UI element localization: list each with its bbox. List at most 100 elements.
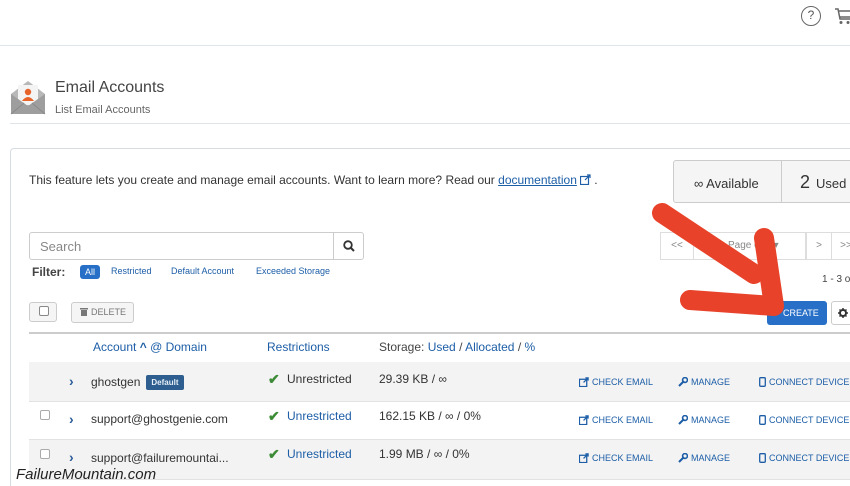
sort-used[interactable]: Used <box>428 340 456 354</box>
check-email-label: CHECK EMAIL <box>592 415 654 425</box>
account-name: support@ghostgenie.com <box>91 412 228 426</box>
watermark: FailureMountain.com <box>16 466 157 483</box>
wrench-icon <box>678 376 689 387</box>
stats-divider <box>781 160 782 203</box>
column-restrictions[interactable]: Restrictions <box>267 340 330 354</box>
search-input[interactable] <box>29 232 334 260</box>
expand-row-chevron-icon[interactable]: › <box>69 449 74 465</box>
check-email-label: CHECK EMAIL <box>592 377 654 387</box>
expand-row-chevron-icon[interactable]: › <box>69 373 74 389</box>
external-link-icon <box>578 415 589 426</box>
filter-all[interactable]: All <box>80 265 101 279</box>
expand-row-chevron-icon[interactable]: › <box>69 411 74 427</box>
search-icon <box>343 240 355 252</box>
page-subtitle: List Email Accounts <box>55 104 151 116</box>
pagination-first[interactable]: << <box>660 232 694 260</box>
select-all-box <box>39 306 49 316</box>
storage-value: 1.99 MB / ∞ / 0% <box>379 447 470 461</box>
mobile-device-icon <box>759 377 766 387</box>
sort-allocated[interactable]: Allocated <box>465 340 514 354</box>
unrestricted-check-icon: ✔ <box>268 446 280 462</box>
connect-devices-label: CONNECT DEVICES <box>769 453 850 463</box>
filter-label: Filter: <box>32 265 66 279</box>
storage-value: 162.15 KB / ∞ / 0% <box>379 409 481 423</box>
check-email-button[interactable]: CHECK EMAIL <box>578 453 654 464</box>
unrestricted-check-icon: ✔ <box>268 408 280 424</box>
account-name: support@failuremountai... <box>91 451 229 465</box>
connect-devices-button[interactable]: CONNECT DEVICES <box>759 377 850 387</box>
external-link-icon[interactable] <box>579 174 591 185</box>
connect-devices-button[interactable]: CONNECT DEVICES <box>759 453 850 463</box>
external-link-icon <box>578 377 589 388</box>
delete-button[interactable]: DELETE <box>71 302 135 323</box>
trash-icon <box>80 308 88 316</box>
sort-domain[interactable]: @ Domain <box>150 340 207 354</box>
unrestricted-check-icon: ✔ <box>268 371 280 387</box>
manage-button[interactable]: MANAGE <box>678 376 731 387</box>
top-bar: ? <box>0 0 850 46</box>
storage-sep-1: / <box>459 340 463 354</box>
email-icon <box>10 81 46 115</box>
create-button[interactable]: + CREATE <box>767 301 827 325</box>
documentation-link[interactable]: documentation <box>498 173 577 187</box>
table-row: › support@ghostgenie.com ✔ Unrestricted … <box>29 402 850 440</box>
select-all-checkbox[interactable] <box>29 302 57 322</box>
header-divider <box>10 123 850 124</box>
available-count: ∞ Available <box>694 176 759 191</box>
restriction-status[interactable]: Unrestricted <box>287 409 352 423</box>
mobile-device-icon <box>759 415 766 425</box>
storage-value: 29.39 KB / ∞ <box>379 372 447 386</box>
default-badge: Default <box>146 375 184 390</box>
pagination-next[interactable]: > <box>806 232 832 260</box>
check-email-button[interactable]: CHECK EMAIL <box>578 377 654 388</box>
sort-ascending-icon: ^ <box>139 340 147 354</box>
help-icon[interactable]: ? <box>801 6 821 26</box>
connect-devices-button[interactable]: CONNECT DEVICES <box>759 415 850 425</box>
description-text: This feature lets you create and manage … <box>29 173 499 187</box>
search-button[interactable] <box>333 232 364 260</box>
feature-description: This feature lets you create and manage … <box>29 173 598 187</box>
row-checkbox[interactable] <box>40 449 50 459</box>
filter-default-account[interactable]: Default Account <box>171 266 234 276</box>
filter-exceeded-storage[interactable]: Exceeded Storage <box>256 266 330 276</box>
used-count: 2 <box>800 172 811 192</box>
used-label: Used <box>816 176 847 191</box>
manage-label: MANAGE <box>691 415 731 425</box>
manage-label: MANAGE <box>691 453 731 463</box>
settings-button[interactable] <box>831 301 850 325</box>
external-link-icon <box>578 453 589 464</box>
pagination-last[interactable]: >> <box>831 232 850 260</box>
row-checkbox[interactable] <box>40 410 50 420</box>
check-email-button[interactable]: CHECK EMAIL <box>578 415 654 426</box>
mobile-device-icon <box>759 453 766 463</box>
connect-devices-label: CONNECT DEVICES <box>769 415 850 425</box>
page-of-label: of 1 ▾ <box>754 240 779 251</box>
delete-label: DELETE <box>91 307 127 317</box>
table-row: › ghostgen Default ✔ Unrestricted 29.39 K… <box>29 362 850 402</box>
page-title: Email Accounts <box>55 79 165 96</box>
manage-label: MANAGE <box>691 377 731 387</box>
cart-icon[interactable] <box>834 6 850 26</box>
manage-button[interactable]: MANAGE <box>678 452 731 463</box>
description-suffix: . <box>590 173 598 187</box>
storage-sep-2: / <box>517 340 522 354</box>
gear-icon <box>838 308 848 318</box>
results-range: 1 - 3 of 3 <box>822 274 850 285</box>
column-storage: Storage: Used / Allocated / % <box>379 340 535 354</box>
account-name-text: ghostgen <box>91 375 141 389</box>
sort-percent[interactable]: % <box>525 340 536 354</box>
sort-account[interactable]: Account <box>93 340 136 354</box>
restriction-status: Unrestricted <box>287 372 352 386</box>
pagination-page-select[interactable]: Page of 1 ▾ <box>693 232 806 260</box>
manage-button[interactable]: MANAGE <box>678 414 731 425</box>
wrench-icon <box>678 452 689 463</box>
connect-devices-label: CONNECT DEVICES <box>769 377 850 387</box>
account-name: ghostgen Default <box>91 375 184 390</box>
filter-restricted[interactable]: Restricted <box>111 266 152 276</box>
page-label: Page <box>728 240 752 251</box>
column-account-domain[interactable]: Account ^ @ Domain <box>93 340 207 354</box>
check-email-label: CHECK EMAIL <box>592 453 654 463</box>
restriction-status[interactable]: Unrestricted <box>287 447 352 461</box>
wrench-icon <box>678 414 689 425</box>
storage-header-label: Storage: <box>379 340 425 354</box>
